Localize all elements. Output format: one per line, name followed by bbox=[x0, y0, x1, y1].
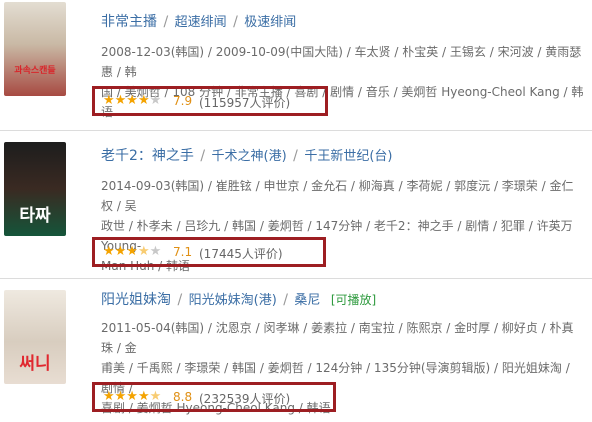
star-icon: ★★★★ bbox=[103, 389, 150, 404]
meta-line: 2014-09-03(韩国) / 崔胜铉 / 申世京 / 金允石 / 柳海真 /… bbox=[101, 179, 574, 213]
rating-highlight-box: ★★★★★ 7.9 (115957人评价) bbox=[92, 86, 328, 116]
rating-stars: ★★★★★ bbox=[103, 389, 161, 404]
poster-title-text: 타짜 bbox=[19, 206, 51, 226]
rating-count: (232539人评价) bbox=[199, 392, 291, 406]
playable-tag[interactable]: [可播放] bbox=[331, 293, 376, 307]
movie-alt-title: 极速绯闻 bbox=[244, 15, 297, 30]
movie-title-link[interactable]: 阳光姐妹淘 bbox=[101, 292, 171, 308]
poster-title-text: 써니 bbox=[19, 354, 51, 374]
meta-line: 2011-05-04(韩国) / 沈恩京 / 闵孝琳 / 姜素拉 / 南宝拉 /… bbox=[101, 321, 574, 355]
movie-title-line: 非常主播 / 超速绯闻 / 极速绯闻 bbox=[101, 14, 297, 30]
star-icon: ★ bbox=[149, 93, 162, 108]
movie-poster[interactable]: 과속스캔들 bbox=[4, 2, 66, 96]
movie-title-line: 老千2：神之手 / 千术之神(港) / 千王新世纪(台) bbox=[101, 148, 393, 164]
movie-alt-title: 阳光姊妹淘(港) bbox=[188, 293, 277, 308]
movie-alt-title: 桑尼 bbox=[294, 293, 321, 308]
rating-score: 8.8 bbox=[173, 390, 193, 404]
half-star-icon: ★ bbox=[149, 389, 162, 404]
star-icon: ★★★ bbox=[103, 244, 138, 259]
rating-count: (115957人评价) bbox=[199, 96, 291, 110]
star-icon: ★★★★ bbox=[103, 93, 150, 108]
rating-stars: ★★★★★ bbox=[103, 93, 161, 108]
rating-count: (17445人评价) bbox=[199, 247, 283, 261]
movie-title-link[interactable]: 老千2：神之手 bbox=[101, 148, 194, 164]
rating-score: 7.1 bbox=[173, 245, 193, 259]
movie-alt-title: 超速绯闻 bbox=[174, 15, 227, 30]
rating-score: 7.9 bbox=[173, 94, 193, 108]
rating-highlight-box: ★★★★★ 7.1 (17445人评价) bbox=[92, 237, 326, 267]
entry-divider bbox=[0, 278, 592, 279]
movie-alt-title: 千术之神(港) bbox=[211, 149, 287, 164]
movie-title-link[interactable]: 非常主播 bbox=[101, 14, 157, 30]
movie-poster[interactable]: 써니 bbox=[4, 290, 66, 384]
rating-highlight-box: ★★★★★ 8.8 (232539人评价) bbox=[92, 382, 336, 412]
movie-poster[interactable]: 타짜 bbox=[4, 142, 66, 236]
rating-stars: ★★★★★ bbox=[103, 244, 161, 259]
poster-title-text: 과속스캔들 bbox=[14, 66, 56, 76]
meta-line: 2008-12-03(韩国) / 2009-10-09(中国大陆) / 车太贤 … bbox=[101, 45, 582, 79]
movie-title-line: 阳光姐妹淘 / 阳光姊妹淘(港) / 桑尼 [可播放] bbox=[101, 292, 377, 308]
half-star-icon: ★ bbox=[137, 244, 150, 259]
entry-divider bbox=[0, 130, 592, 131]
star-icon: ★ bbox=[149, 244, 162, 259]
movie-alt-title: 千王新世纪(台) bbox=[304, 149, 393, 164]
